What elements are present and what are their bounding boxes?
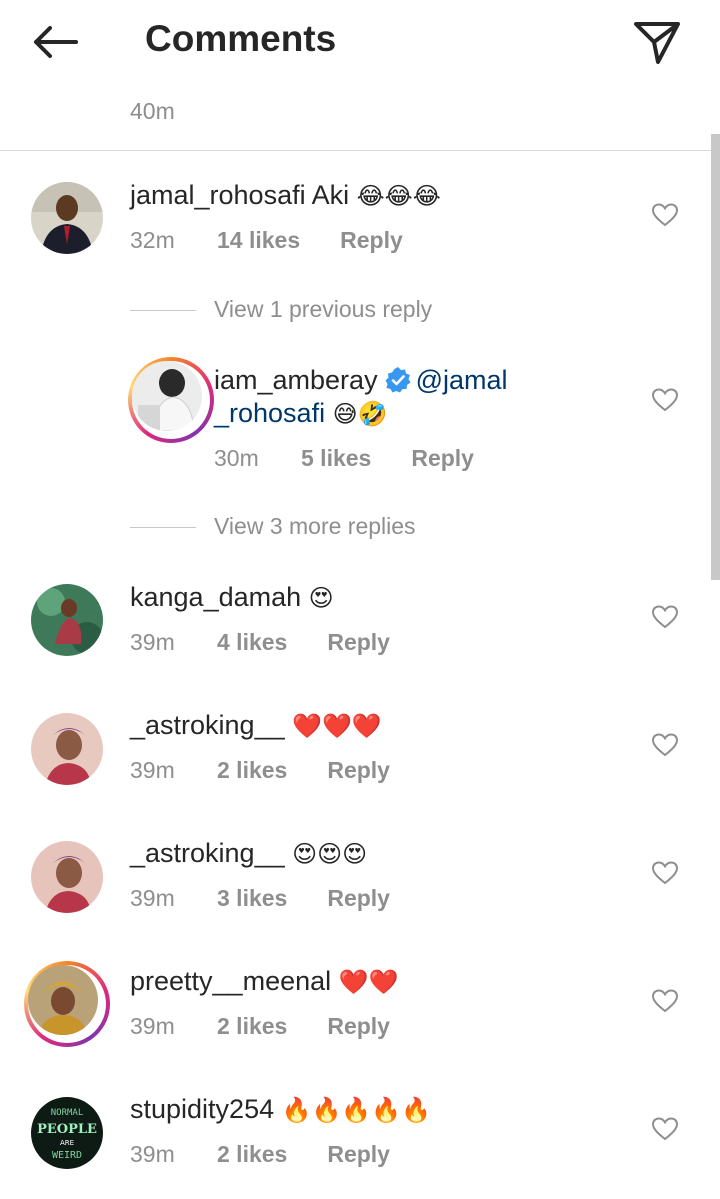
reply-text-line1: iam_amberay @jamal <box>214 365 508 396</box>
avatar[interactable]: NORMAL PEOPLE ARE WEIRD <box>31 1097 103 1169</box>
thread-line <box>130 527 196 529</box>
comment-time: 39m <box>130 1013 175 1039</box>
likes-count[interactable]: 2 likes <box>217 757 287 784</box>
comment-text: kanga_damah 😍 <box>130 582 334 613</box>
comment-username[interactable]: jamal_rohosafi <box>130 180 306 210</box>
page-title: Comments <box>145 18 337 59</box>
comment-meta: 32m 14 likes Reply <box>130 227 403 254</box>
avatar-text-normal: NORMAL <box>51 1108 84 1118</box>
likes-count[interactable]: 2 likes <box>217 1141 287 1168</box>
comment-time: 39m <box>130 629 175 655</box>
reply-button[interactable]: Reply <box>327 1141 390 1168</box>
share-button[interactable] <box>628 16 686 68</box>
comment-username[interactable]: preetty__meenal <box>130 966 331 996</box>
heart-icon[interactable] <box>652 605 678 629</box>
likes-count[interactable]: 2 likes <box>217 1013 287 1040</box>
comment-username[interactable]: _astroking__ <box>130 710 285 740</box>
comment-emoji: 😍😍😍 <box>292 840 368 868</box>
reply-button[interactable]: Reply <box>327 885 390 912</box>
avatar[interactable] <box>31 182 103 254</box>
paper-plane-icon <box>634 22 680 64</box>
reply-emoji: 😅🤣 <box>332 400 388 428</box>
reply-button[interactable]: Reply <box>411 445 474 472</box>
previous-comment-time: 40m <box>130 98 175 124</box>
heart-icon[interactable] <box>652 733 678 757</box>
likes-count[interactable]: 5 likes <box>301 445 371 472</box>
comment-emoji: ❤️❤️ <box>338 968 399 996</box>
comment-username[interactable]: stupidity254 <box>130 1094 274 1124</box>
reply-time: 30m <box>214 445 259 471</box>
story-ring[interactable] <box>128 357 214 443</box>
comment-time: 32m <box>130 227 175 253</box>
back-button[interactable] <box>28 20 84 64</box>
mention-link-continued[interactable]: _rohosafi <box>214 398 325 428</box>
comment-body: Aki <box>311 180 350 210</box>
reply-meta: 30m 5 likes Reply <box>214 445 474 472</box>
comment-meta: 39m 4 likes Reply <box>130 629 390 656</box>
avatar[interactable] <box>31 584 103 656</box>
comment-time: 39m <box>130 885 175 911</box>
avatar-text-are: ARE <box>60 1139 74 1147</box>
avatar[interactable] <box>31 841 103 913</box>
comment-username[interactable]: _astroking__ <box>130 838 285 868</box>
comment-time: 39m <box>130 757 175 783</box>
scrollbar[interactable] <box>711 134 720 580</box>
avatar-text-weird: WEIRD <box>52 1150 82 1161</box>
heart-icon[interactable] <box>652 989 678 1013</box>
comment-text: _astroking__ ❤️❤️❤️ <box>130 710 382 741</box>
heart-icon[interactable] <box>652 1117 678 1141</box>
reply-username[interactable]: iam_amberay <box>214 365 378 395</box>
reply-button[interactable]: Reply <box>327 757 390 784</box>
reply-text-line2: _rohosafi 😅🤣 <box>214 398 388 429</box>
comment-time: 39m <box>130 1141 175 1167</box>
comment-meta: 39m 2 likes Reply <box>130 1141 390 1168</box>
likes-count[interactable]: 3 likes <box>217 885 287 912</box>
divider <box>0 150 720 151</box>
likes-count[interactable]: 14 likes <box>217 227 300 254</box>
arrow-left-icon <box>34 26 78 58</box>
reply-button[interactable]: Reply <box>340 227 403 254</box>
avatar <box>28 965 98 1035</box>
thread-line <box>130 310 196 312</box>
comment-text: _astroking__ 😍😍😍 <box>130 838 367 869</box>
mention-link[interactable]: @jamal <box>416 365 508 395</box>
comment-meta: 39m 2 likes Reply <box>130 1013 390 1040</box>
heart-icon[interactable] <box>652 203 678 227</box>
comment-emoji: ❤️❤️❤️ <box>292 712 382 740</box>
header-bar: Comments <box>0 0 720 90</box>
comment-emoji: 😍 <box>308 584 334 612</box>
comment-username[interactable]: kanga_damah <box>130 582 301 612</box>
view-more-label: View 3 more replies <box>214 513 416 539</box>
view-previous-label: View 1 previous reply <box>214 296 433 322</box>
avatar[interactable] <box>31 713 103 785</box>
story-ring[interactable] <box>24 961 110 1047</box>
avatar <box>132 361 202 431</box>
comment-emoji: 🔥🔥🔥🔥🔥 <box>281 1096 432 1124</box>
heart-icon[interactable] <box>652 388 678 412</box>
view-previous-replies[interactable]: View 1 previous reply <box>130 296 432 323</box>
heart-icon[interactable] <box>652 861 678 885</box>
verified-badge-icon <box>385 367 411 393</box>
comment-text: jamal_rohosafi Aki 😂😂😂 <box>130 180 441 211</box>
comment-text: preetty__meenal ❤️❤️ <box>130 966 398 997</box>
comment-meta: 39m 3 likes Reply <box>130 885 390 912</box>
view-more-replies[interactable]: View 3 more replies <box>130 513 416 540</box>
comment-text: stupidity254 🔥🔥🔥🔥🔥 <box>130 1094 431 1125</box>
likes-count[interactable]: 4 likes <box>217 629 287 656</box>
reply-button[interactable]: Reply <box>327 1013 390 1040</box>
reply-button[interactable]: Reply <box>327 629 390 656</box>
comment-emoji: 😂😂😂 <box>356 182 441 210</box>
comment-meta: 39m 2 likes Reply <box>130 757 390 784</box>
avatar-text-people: PEOPLE <box>37 1122 97 1137</box>
